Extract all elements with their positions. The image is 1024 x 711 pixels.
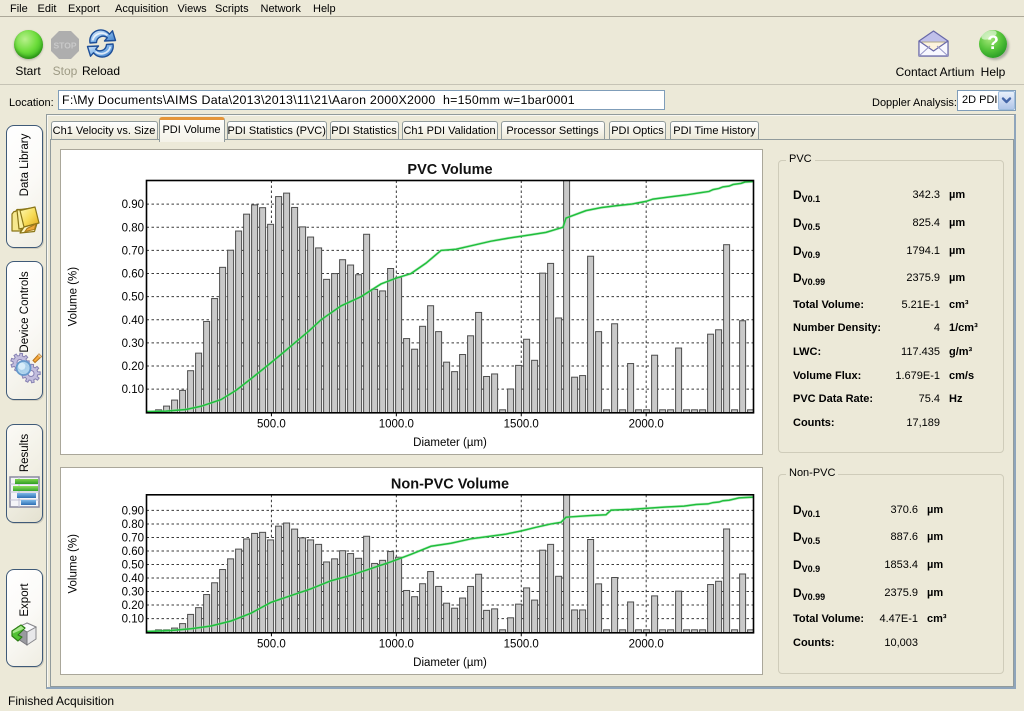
svg-text:500.0: 500.0	[257, 418, 286, 430]
svg-text:Diameter (µm): Diameter (µm)	[413, 657, 487, 669]
svg-text:500.0: 500.0	[257, 638, 286, 650]
svg-text:0.10: 0.10	[122, 614, 144, 626]
svg-text:0.70: 0.70	[122, 245, 144, 257]
svg-text:0.20: 0.20	[122, 600, 144, 612]
svg-text:Volume (%): Volume (%)	[68, 534, 80, 594]
svg-text:Volume (%): Volume (%)	[68, 267, 80, 327]
svg-text:0.40: 0.40	[122, 573, 144, 585]
svg-text:1500.0: 1500.0	[504, 418, 539, 430]
svg-text:2000.0: 2000.0	[629, 418, 664, 430]
svg-text:Non-PVC Volume: Non-PVC Volume	[391, 476, 509, 492]
svg-text:0.90: 0.90	[122, 199, 144, 211]
svg-text:0.40: 0.40	[122, 315, 144, 327]
svg-text:1000.0: 1000.0	[379, 638, 414, 650]
svg-text:0.60: 0.60	[122, 269, 144, 281]
svg-text:0.90: 0.90	[122, 505, 144, 517]
svg-text:1500.0: 1500.0	[504, 638, 539, 650]
svg-text:2000.0: 2000.0	[629, 638, 664, 650]
svg-text:0.70: 0.70	[122, 532, 144, 544]
svg-text:STOP: STOP	[54, 41, 77, 51]
svg-text:1000.0: 1000.0	[379, 418, 414, 430]
svg-text:0.80: 0.80	[122, 519, 144, 531]
svg-text:0.20: 0.20	[122, 361, 144, 373]
svg-text:0.60: 0.60	[122, 546, 144, 558]
svg-text:0.10: 0.10	[122, 384, 144, 396]
svg-text:0.50: 0.50	[122, 292, 144, 304]
svg-text:0.50: 0.50	[122, 560, 144, 572]
svg-text:0.30: 0.30	[122, 587, 144, 599]
svg-text:Diameter (µm): Diameter (µm)	[413, 437, 487, 449]
svg-text:0.30: 0.30	[122, 338, 144, 350]
svg-text:0.80: 0.80	[122, 222, 144, 234]
svg-text:PVC Volume: PVC Volume	[407, 162, 492, 178]
